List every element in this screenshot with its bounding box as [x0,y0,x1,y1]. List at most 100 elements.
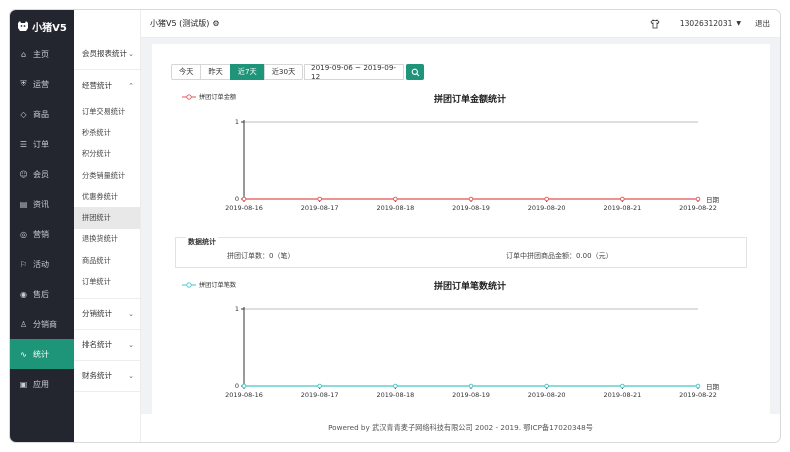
data-point[interactable] [544,383,549,389]
submenu-item[interactable]: 优惠券统计 [74,186,140,207]
theme-shirt-icon[interactable] [650,18,660,29]
sidebar-item[interactable]: ▣ 应用 [10,369,74,399]
submenu-item[interactable]: 分类销量统计 [74,165,140,186]
chart1-plot: 0 1 2019-08-16 2019-08-17 2019-08-18 2019-08-… [225,118,720,212]
header-right: 13026312031 ▼ 退出 [650,18,770,29]
chart1-legend[interactable]: 拼团订单金额 [182,92,236,101]
sidebar-item[interactable]: ☺ 会员 [10,159,74,189]
sidebar-item-label: 会员 [33,169,49,179]
x-axis-label: 日期 [706,383,720,391]
chevron-down-icon[interactable]: ▼ [736,20,741,27]
submenu-group-business[interactable]: 经营统计 ⌃ [74,70,140,101]
range-button[interactable]: 近30天 [263,64,304,80]
sidebar-item[interactable]: ⌂ 主页 [10,39,74,69]
x-axis-label: 日期 [706,196,720,204]
submenu-group-distribution[interactable]: 分销统计 ⌄ [74,299,140,330]
data-point[interactable] [544,196,549,202]
pulse-icon: ∿ [20,349,27,359]
brand-title: 小猪V5 (测试版) ⚙ [150,18,220,29]
range-button[interactable]: 昨天 [200,64,231,80]
chevron-down-icon: ⌄ [128,371,134,380]
submenu-group-ranking[interactable]: 排名统计 ⌄ [74,330,140,361]
footer: Powered by 武汉青青麦子网络科技有限公司 2002 - 2019. 鄂… [141,414,780,442]
y-tick-label: 0 [235,195,239,203]
submenu-item[interactable]: 订单交易统计 [74,101,140,122]
list-icon: ☰ [19,139,28,149]
date-range-buttons: 今天 昨天 近7天 近30天 [171,64,304,80]
logo[interactable]: 小猪V5 [10,10,74,42]
coin-icon: ◎ [20,229,27,239]
range-button[interactable]: 近7天 [229,64,265,80]
summary-title: 数据统计 [186,237,218,247]
search-icon [411,68,419,76]
x-tick-label: 2019-08-17 [301,391,339,399]
submenu-group-member-report[interactable]: 会员报表统计 ⌄ [74,38,140,70]
brand-title-text: 小猪V5 (测试版) [150,19,210,28]
submenu-item[interactable]: 秒杀统计 [74,122,140,143]
data-point[interactable] [695,196,701,202]
chevron-up-icon: ⌃ [128,81,134,90]
data-point[interactable] [317,383,322,389]
sidebar-item[interactable]: ▤ 资讯 [10,189,74,219]
data-point[interactable] [317,196,322,202]
x-tick-label: 2019-08-18 [376,204,414,212]
submenu-item[interactable]: 退换货统计 [74,229,140,250]
data-point[interactable] [620,196,625,202]
gear-icon[interactable]: ⚙ [212,19,219,28]
data-point[interactable] [393,196,398,202]
tag-icon: ◇ [20,109,27,119]
person-icon: ♙ [19,319,28,329]
main-content: 今天 昨天 近7天 近30天 2019-09-06 ~ 2019-09-12 拼团订单… [152,44,770,414]
x-tick-label: 2019-08-22 [679,204,717,212]
sidebar-item[interactable]: ☰ 订单 [10,129,74,159]
group-orders-count: 拼团订单数：0（笔） [227,252,295,260]
x-tick-label: 2019-08-21 [603,204,641,212]
sidebar-item[interactable]: ◇ 商品 [10,99,74,129]
user-icon: ☺ [19,169,28,179]
submenu-group-label: 财务统计 [82,371,112,381]
user-phone[interactable]: 13026312031 [680,19,733,28]
submenu-item[interactable]: 积分统计 [74,144,140,165]
legend-line-marker [182,93,196,100]
data-point[interactable] [695,383,701,389]
sidebar-item-label: 主页 [33,49,49,59]
submenu-item[interactable]: 订单统计 [74,271,140,292]
data-point[interactable] [468,383,474,389]
submenu-item[interactable]: 拼团统计 [74,207,140,229]
submenu-items: 订单交易统计 秒杀统计 积分统计 分类销量统计 优惠券统计 拼团统计 退换货统计 商品统计 订单… [74,101,140,293]
data-point[interactable] [620,383,625,389]
news-icon: ▤ [19,199,28,209]
y-tick-label: 0 [235,382,239,390]
stats-submenu: 会员报表统计 ⌄ 经营统计 ⌃ 订单交易统计 秒杀统计 积分统计 分类销量统计 优惠券统… [74,10,141,442]
chart2-legend[interactable]: 拼团订单笔数 [182,280,236,289]
submenu-item[interactable]: 商品统计 [74,250,140,271]
date-range-input[interactable]: 2019-09-06 ~ 2019-09-12 [304,63,404,81]
x-tick-label: 2019-08-16 [225,204,263,212]
sidebar-item[interactable]: ∿ 统计 [10,339,74,369]
submenu-group-finance[interactable]: 财务统计 ⌄ [74,361,140,392]
submenu-group-label: 会员报表统计 [82,49,127,58]
app-window: 小猪V5 ⌂ 主页 ⛨ 运营 ◇ 商品 ☰ 订单 ☺ 会员 ▤ 资讯 ◎ 营销 ⚐ 活动 ◉ 售后 ♙ 分销商 ∿ 统计 ▣… [10,10,780,442]
sidebar-item[interactable]: ◉ 售后 [10,279,74,309]
y-tick-label: 1 [235,118,239,126]
sidebar-item[interactable]: ◎ 营销 [10,219,74,249]
data-point[interactable] [241,383,247,389]
chevron-down-icon: ⌄ [128,340,134,349]
sidebar-item-label: 运营 [33,79,49,89]
data-point[interactable] [468,196,474,202]
search-button[interactable] [406,64,424,80]
legend-label: 拼团订单金额 [199,94,237,101]
range-button[interactable]: 今天 [171,64,202,80]
data-point[interactable] [393,383,398,389]
logout-link[interactable]: 退出 [755,18,770,29]
submenu-group-label: 分销统计 [82,309,112,319]
sidebar-item[interactable]: ⛨ 运营 [10,69,74,99]
sidebar-item[interactable]: ♙ 分销商 [10,309,74,339]
group-goods-amount: 订单中拼团商品金额：0.00（元） [506,252,613,260]
x-tick-label: 2019-08-18 [376,391,414,399]
submenu-group-label: 排名统计 [82,340,112,350]
data-point[interactable] [241,196,247,202]
sidebar-item[interactable]: ⚐ 活动 [10,249,74,279]
x-tick-label: 2019-08-20 [528,204,566,212]
sidebar-item-label: 资讯 [33,199,49,209]
